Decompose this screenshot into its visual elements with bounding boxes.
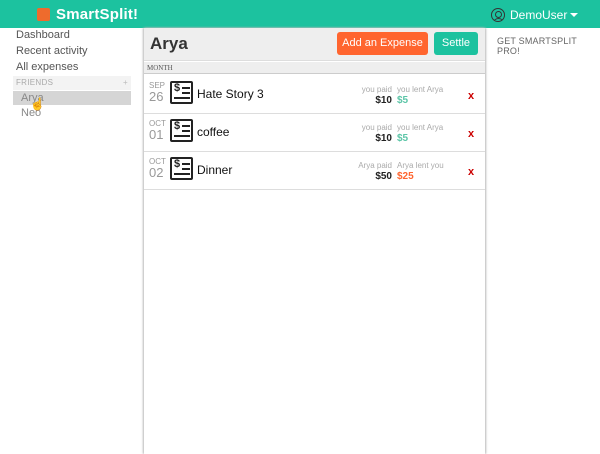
panel-header: Arya Add an Expense Settle: [144, 28, 485, 61]
main-panel: Arya Add an Expense Settle MONTH SEP 26 …: [144, 28, 485, 454]
nav-recent-activity[interactable]: Recent activity: [16, 45, 88, 57]
lent-label: Arya lent you: [397, 161, 444, 170]
delete-expense-button[interactable]: x: [468, 166, 474, 178]
expense-day: 02: [149, 165, 164, 180]
delete-expense-button[interactable]: x: [468, 90, 474, 102]
brand-name[interactable]: SmartSplit!: [56, 6, 138, 23]
delete-expense-button[interactable]: x: [468, 128, 474, 140]
hand-cursor-icon: ☝: [30, 97, 45, 111]
expense-description: coffee: [197, 125, 230, 139]
expense-row[interactable]: OCT 01 $ coffee you paid $10 you lent Ar…: [144, 114, 485, 152]
lent-label: you lent Arya: [397, 85, 444, 94]
lent-label: you lent Arya: [397, 123, 444, 132]
receipt-icon: $: [170, 119, 193, 142]
expense-description: Hate Story 3: [197, 87, 264, 101]
nav-all-expenses[interactable]: All expenses: [16, 61, 78, 73]
paid-amount: $10: [375, 133, 392, 144]
add-expense-button[interactable]: Add an Expense: [337, 32, 428, 55]
lent-amount: $5: [397, 95, 409, 106]
paid-amount: $10: [375, 95, 392, 106]
lent-amount: $5: [397, 133, 409, 144]
page-title: Arya: [150, 34, 188, 53]
chevron-down-icon: [570, 13, 579, 17]
user-name: DemoUser: [510, 8, 568, 22]
receipt-icon: $: [170, 157, 193, 180]
paid-label: you paid: [361, 123, 392, 132]
friends-heading-label: FRIENDS: [16, 78, 54, 87]
top-navbar: SmartSplit! DemoUser: [0, 0, 600, 28]
add-friend-button[interactable]: +: [123, 76, 128, 90]
expense-description: Dinner: [197, 163, 233, 177]
user-menu[interactable]: DemoUser: [491, 7, 579, 23]
expense-row[interactable]: SEP 26 $ Hate Story 3 you paid $10 you l…: [144, 76, 485, 114]
left-sidebar: Dashboard Recent activity All expenses F…: [0, 28, 144, 454]
expense-row[interactable]: OCT 02 $ Dinner Arya paid $50 Arya lent …: [144, 152, 485, 190]
user-avatar-icon: [491, 8, 505, 22]
expense-day: 01: [149, 127, 164, 142]
paid-label: Arya paid: [358, 161, 392, 170]
friends-heading: FRIENDS +: [13, 76, 131, 90]
settle-button[interactable]: Settle: [434, 32, 478, 55]
receipt-icon: $: [170, 81, 193, 104]
lent-amount: $25: [397, 171, 414, 182]
month-header: MONTH: [144, 62, 485, 74]
paid-amount: $50: [375, 171, 392, 182]
logo-icon[interactable]: [37, 8, 50, 21]
pro-promo-link[interactable]: GET SMARTSPLIT PRO!: [497, 36, 600, 56]
expense-day: 26: [149, 89, 164, 104]
nav-dashboard[interactable]: Dashboard: [16, 29, 70, 41]
paid-label: you paid: [361, 85, 392, 94]
